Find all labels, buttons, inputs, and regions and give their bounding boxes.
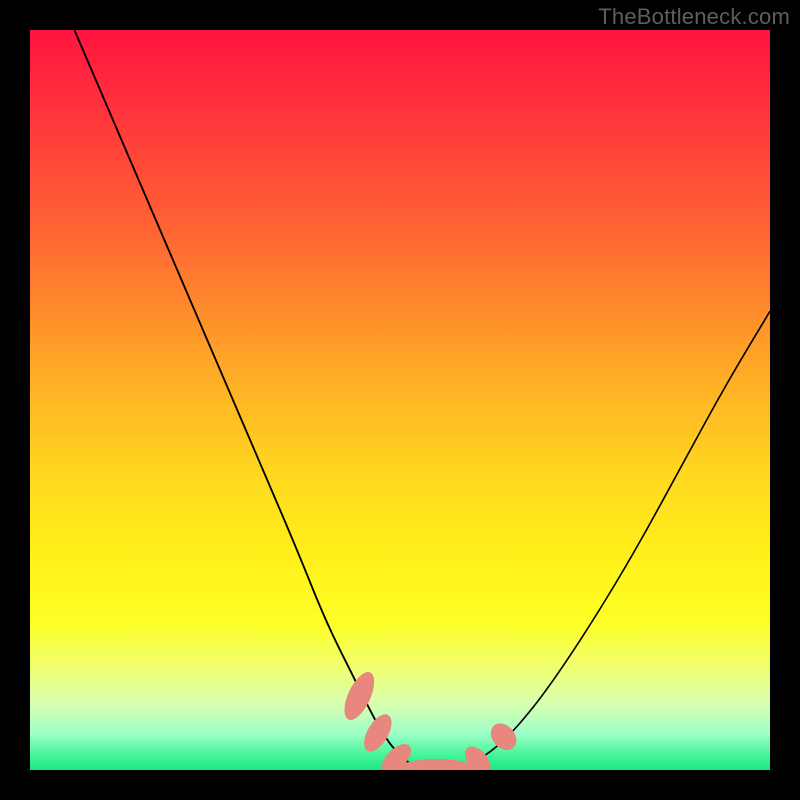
data-marker [358,710,397,756]
chart-frame: TheBottleneck.com [0,0,800,800]
curve-group [74,30,770,770]
watermark-text: TheBottleneck.com [598,4,790,30]
plot-area [30,30,770,770]
right-curve [459,311,770,770]
marker-group [338,668,521,770]
data-marker [400,759,474,770]
data-marker [486,718,522,755]
chart-svg [30,30,770,770]
left-curve [74,30,422,770]
